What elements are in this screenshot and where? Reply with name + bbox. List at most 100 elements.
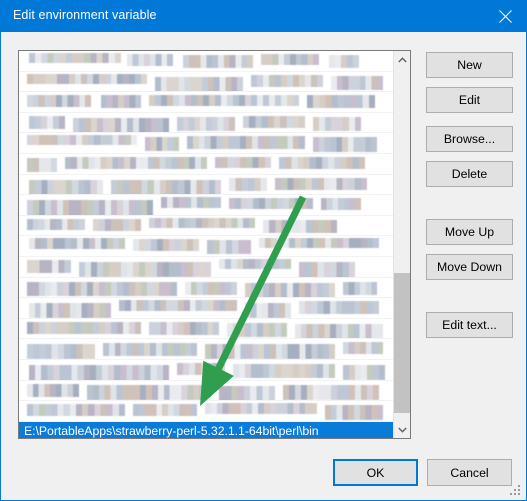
redacted-text [93,218,141,231]
redacted-text [119,300,237,312]
list-item[interactable] [19,298,394,319]
redacted-text [207,240,251,255]
redacted-text [313,137,377,153]
list-item[interactable] [19,92,394,113]
redacted-text [27,281,177,296]
redacted-text [245,303,291,318]
redacted-text [251,74,323,87]
redacted-text [219,258,291,269]
path-listbox[interactable]: E:\PortableApps\strawberry-perl-5.32.1.1… [18,50,411,439]
list-item[interactable] [19,154,394,175]
redacted-text [149,95,299,107]
list-item[interactable] [19,72,394,93]
scrollbar-thumb[interactable] [394,273,410,413]
resize-grip-dot [518,489,520,491]
redacted-text [29,238,125,250]
redacted-text [65,156,207,169]
resize-grip-dot [518,493,520,495]
new-button[interactable]: New [426,52,513,78]
resize-grip[interactable] [510,485,522,497]
redacted-text [127,54,173,66]
list-item[interactable] [19,360,394,381]
redacted-text [27,218,85,230]
redacted-text [331,75,383,90]
redacted-text [227,322,287,337]
list-item[interactable] [19,175,394,196]
chevron-down-icon[interactable] [394,421,410,438]
list-item[interactable] [19,319,394,340]
redacted-text [215,156,271,168]
redacted-text [185,281,237,295]
redacted-text [229,177,267,191]
close-icon[interactable] [482,0,527,32]
redacted-text [29,364,169,380]
redacted-text [27,95,91,108]
redacted-text [307,95,375,109]
cancel-button[interactable]: Cancel [427,459,512,486]
list-item[interactable] [19,216,394,237]
list-item[interactable] [19,401,394,422]
move-down-button[interactable]: Move Down [426,254,513,280]
redacted-text [233,363,335,378]
list-item[interactable] [19,51,394,72]
redacted-text [343,342,383,355]
redacted-text [73,117,169,133]
chevron-up-icon[interactable] [394,51,410,68]
redacted-text [145,137,179,152]
redacted-text [133,404,197,417]
redacted-text [259,238,379,249]
resize-grip-dot [518,485,520,487]
redacted-text [29,115,65,129]
delete-button[interactable]: Delete [426,161,513,187]
redacted-text [275,177,367,190]
list-item[interactable] [19,195,394,216]
redacted-text [27,344,95,359]
title-bar: Edit environment variable [1,0,527,32]
list-item-selected[interactable]: E:\PortableApps\strawberry-perl-5.32.1.1… [19,421,394,438]
browse-button[interactable]: Browse... [426,126,513,152]
redacted-text [219,385,275,401]
redacted-text [279,156,365,169]
redacted-text [27,200,153,215]
list-item[interactable] [19,381,394,402]
list-item[interactable] [19,133,394,154]
redacted-text [87,384,211,400]
redacted-text [313,116,361,131]
move-up-button[interactable]: Move Up [426,219,513,245]
redacted-text [103,343,197,357]
list-item[interactable] [19,236,394,257]
list-item[interactable] [19,339,394,360]
redacted-text [263,219,337,233]
redacted-text [27,404,125,417]
redacted-text [261,54,319,65]
list-item[interactable] [19,278,394,299]
redacted-text [27,321,141,334]
redacted-text [205,403,317,415]
redacted-text [79,261,211,277]
redacted-text [149,217,255,228]
redacted-text [177,116,235,131]
redacted-text [329,55,359,68]
redacted-text [183,55,253,68]
resize-grip-dot [510,493,512,495]
edit-button[interactable]: Edit [426,87,513,113]
ok-button[interactable]: OK [333,459,418,486]
resize-grip-dot [514,493,516,495]
list-item[interactable] [19,113,394,134]
redacted-text [161,197,221,209]
redacted-text [187,136,305,150]
path-list-rows: E:\PortableApps\strawberry-perl-5.32.1.1… [19,51,394,438]
edit-text-button[interactable]: Edit text... [426,312,513,338]
list-item[interactable] [19,257,394,278]
redacted-text [295,323,383,339]
redacted-text [29,303,111,318]
redacted-text [343,281,377,295]
redacted-text [229,198,313,210]
redacted-text [245,282,335,298]
redacted-text [27,73,147,84]
redacted-text [111,179,221,195]
edit-environment-variable-dialog: Edit environment variable E:\PortableApp… [0,0,527,501]
redacted-text [177,362,225,375]
listbox-vertical-scrollbar[interactable] [393,51,410,438]
redacted-text [101,95,141,109]
